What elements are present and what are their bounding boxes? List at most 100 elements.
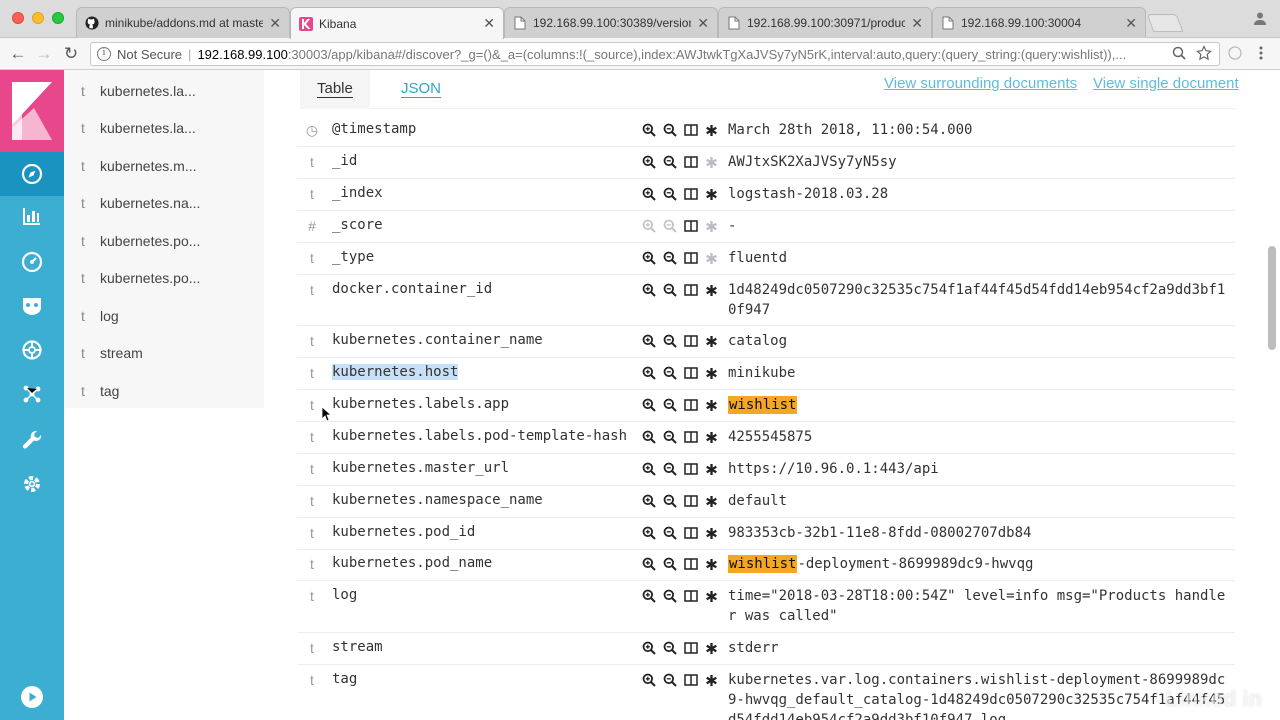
filter-exists-icon[interactable] [701,121,722,139]
filter-out-value-icon[interactable] [659,121,680,139]
tab-json[interactable]: JSON [384,70,458,109]
filter-out-value-icon[interactable] [659,492,680,510]
field-list-item[interactable]: t kubernetes.la... [64,109,264,146]
filter-out-value-icon[interactable] [659,555,680,573]
discover-icon[interactable] [0,152,64,196]
toggle-column-icon[interactable] [680,332,701,350]
toggle-column-icon[interactable] [680,121,701,139]
filter-exists-icon[interactable] [701,555,722,573]
filter-exists-icon[interactable] [701,332,722,350]
toggle-column-icon[interactable] [680,364,701,382]
toggle-column-icon[interactable] [680,671,701,689]
filter-for-value-icon[interactable] [638,217,659,235]
filter-exists-icon[interactable] [701,524,722,542]
field-list-item[interactable]: t kubernetes.na... [64,184,264,221]
apm-icon[interactable] [0,328,64,372]
filter-for-value-icon[interactable] [638,587,659,605]
toggle-column-icon[interactable] [680,555,701,573]
toggle-column-icon[interactable] [680,460,701,478]
toggle-column-icon[interactable] [680,428,701,446]
field-list-item[interactable]: t kubernetes.la... [64,72,264,109]
filter-out-value-icon[interactable] [659,460,680,478]
tab-close-icon[interactable]: ✕ [269,15,281,32]
filter-exists-icon[interactable] [701,281,722,299]
play-icon[interactable] [0,675,64,719]
toggle-column-icon[interactable] [680,492,701,510]
info-icon[interactable]: i [97,47,111,61]
filter-exists-icon[interactable] [701,364,722,382]
filter-out-value-icon[interactable] [659,587,680,605]
filter-out-value-icon[interactable] [659,153,680,171]
dev-tools-icon[interactable] [0,418,64,462]
view-surrounding-documents-link[interactable]: View surrounding documents [884,75,1077,92]
filter-exists-icon[interactable] [701,249,722,267]
filter-exists-icon[interactable] [701,671,722,689]
filter-out-value-icon[interactable] [659,281,680,299]
filter-exists-icon[interactable] [701,492,722,510]
filter-out-value-icon[interactable] [659,639,680,657]
filter-for-value-icon[interactable] [638,639,659,657]
filter-for-value-icon[interactable] [638,332,659,350]
dashboard-icon[interactable] [0,240,64,284]
filter-for-value-icon[interactable] [638,460,659,478]
menu-dots-icon[interactable] [1252,44,1270,62]
field-list-item[interactable]: t kubernetes.po... [64,259,264,296]
view-single-document-link[interactable]: View single document [1093,75,1239,92]
toggle-column-icon[interactable] [680,639,701,657]
filter-exists-icon[interactable] [701,428,722,446]
filter-exists-icon[interactable] [701,185,722,203]
filter-for-value-icon[interactable] [638,396,659,414]
tab-close-icon[interactable]: ✕ [483,15,495,32]
field-list-item[interactable]: t tag [64,372,264,409]
window-maximize-button[interactable] [52,12,64,24]
browser-tab[interactable]: 192.168.99.100:30389/version ✕ [504,7,718,38]
field-list-item[interactable]: t stream [64,334,264,371]
browser-tab-active[interactable]: Kibana ✕ [290,7,504,39]
scrollbar-thumb[interactable] [1268,246,1276,350]
tab-close-icon[interactable]: ✕ [697,15,709,32]
field-list-item[interactable]: t kubernetes.po... [64,222,264,259]
forward-arrow-icon[interactable]: → [34,44,54,64]
zoom-icon[interactable] [1170,44,1188,62]
kibana-logo[interactable] [0,70,64,152]
filter-out-value-icon[interactable] [659,524,680,542]
filter-exists-icon[interactable] [701,217,722,235]
management-icon[interactable] [0,462,64,506]
address-bar[interactable]: i Not Secure | 192.168.99.100 :30003/app… [90,42,1220,66]
filter-out-value-icon[interactable] [659,671,680,689]
tab-close-icon[interactable]: ✕ [911,15,923,32]
filter-out-value-icon[interactable] [659,249,680,267]
toggle-column-icon[interactable] [680,587,701,605]
field-list-item[interactable]: t kubernetes.m... [64,147,264,184]
filter-for-value-icon[interactable] [638,555,659,573]
browser-tab[interactable]: 192.168.99.100:30971/product ✕ [718,7,932,38]
filter-for-value-icon[interactable] [638,185,659,203]
profile-icon[interactable] [1252,10,1268,26]
filter-out-value-icon[interactable] [659,364,680,382]
filter-out-value-icon[interactable] [659,332,680,350]
filter-for-value-icon[interactable] [638,492,659,510]
toggle-column-icon[interactable] [680,396,701,414]
filter-for-value-icon[interactable] [638,524,659,542]
filter-out-value-icon[interactable] [659,396,680,414]
filter-exists-icon[interactable] [701,587,722,605]
browser-tab[interactable]: minikube/addons.md at maste ✕ [76,7,290,38]
toggle-column-icon[interactable] [680,281,701,299]
filter-exists-icon[interactable] [701,153,722,171]
filter-for-value-icon[interactable] [638,281,659,299]
toggle-column-icon[interactable] [680,524,701,542]
tab-close-icon[interactable]: ✕ [1125,15,1137,32]
reload-icon[interactable]: ↻ [61,44,81,64]
toggle-column-icon[interactable] [680,185,701,203]
filter-for-value-icon[interactable] [638,671,659,689]
toggle-column-icon[interactable] [680,153,701,171]
filter-for-value-icon[interactable] [638,153,659,171]
bookmark-star-icon[interactable] [1195,44,1213,62]
filter-out-value-icon[interactable] [659,217,680,235]
filter-out-value-icon[interactable] [659,428,680,446]
window-close-button[interactable] [12,12,24,24]
extension-icon[interactable] [1226,44,1244,62]
timelion-icon[interactable] [0,284,64,328]
graph-icon[interactable] [0,372,64,416]
filter-exists-icon[interactable] [701,639,722,657]
